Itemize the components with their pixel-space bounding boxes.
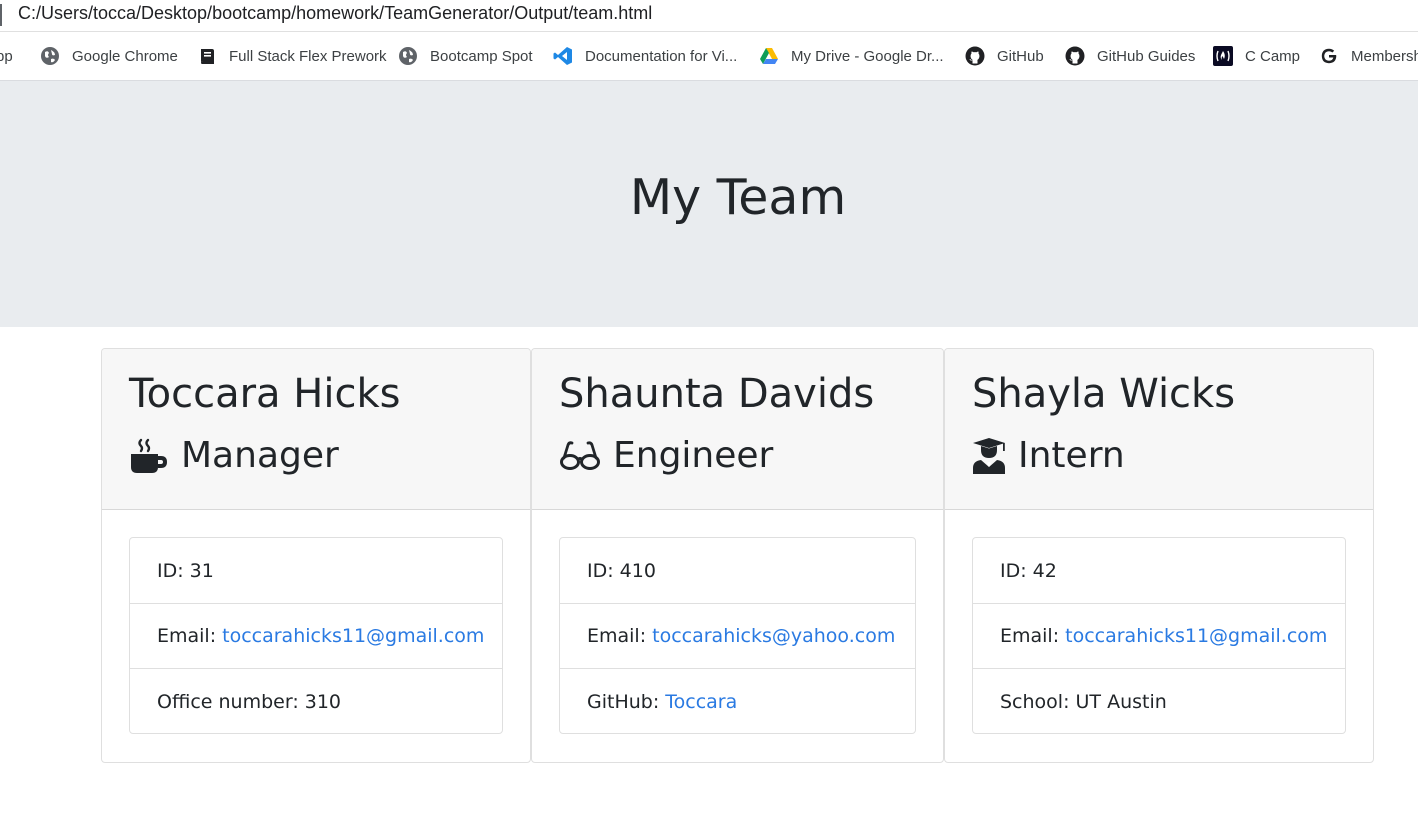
mug-hot-icon [129,438,169,474]
role-label: Manager [181,435,339,476]
bookmark-full-stack[interactable]: Full Stack Flex Prework [197,44,387,68]
bookmark-label: GitHub [997,47,1044,65]
bookmark-label: C Camp [1245,47,1301,65]
email-link[interactable]: toccarahicks11@gmail.com [222,625,484,647]
bookmark-label: Google Chrome [72,47,178,65]
id-text: ID: 410 [587,559,656,582]
card-header: Shaunta Davids Engineer [532,349,943,510]
bookmark-google-chrome[interactable]: Google Chrome [40,44,178,68]
bookmark-label: pp [0,47,13,65]
globe-icon [398,46,418,66]
bookmark-github[interactable]: GitHub [965,44,1044,68]
glasses-icon [559,440,601,471]
page-title: My Team [629,169,847,226]
employee-role: Engineer [559,435,773,476]
user-graduate-icon [972,437,1006,475]
employee-details-list: ID: 42 Email: toccarahicks11@gmail.com S… [972,537,1346,734]
employee-card-manager: Toccara Hicks Manager ID: 31 Email: tocc… [101,348,531,763]
employee-name: Shaunta Davids [559,371,875,417]
employee-role: Manager [129,435,339,476]
vscode-icon [553,46,573,66]
role-label: Intern [1018,435,1125,476]
employee-email-row: Email: toccarahicks@yahoo.com [560,603,915,668]
employee-card-engineer: Shaunta Davids Engineer ID: 410 Email: t… [531,348,944,763]
employee-name: Shayla Wicks [972,371,1236,417]
bookmark-label: Documentation for Vi... [585,47,738,65]
address-text[interactable]: C:/Users/tocca/Desktop/bootcamp/homework… [18,3,652,24]
id-text: ID: 42 [1000,559,1057,582]
employee-id: ID: 410 [560,538,915,603]
bookmark-c-camp[interactable]: C Camp [1213,44,1300,68]
bookmark-label: Membersh [1351,47,1418,65]
employee-email-row: Email: toccarahicks11@gmail.com [973,603,1345,668]
employee-id: ID: 31 [130,538,502,603]
id-text: ID: 31 [157,559,214,582]
bookmark-bootcamp-spot[interactable]: Bootcamp Spot [398,44,533,68]
bookmark-label: Bootcamp Spot [430,47,533,65]
employee-name: Toccara Hicks [129,371,401,417]
github-icon [965,46,985,66]
google-drive-icon [759,46,779,66]
card-header: Toccara Hicks Manager [102,349,530,510]
email-label: Email: [1000,625,1060,647]
github-label: GitHub: [587,690,660,713]
office-number-row: Office number: 310 [130,668,502,734]
bookmark-documentation[interactable]: Documentation for Vi... [553,44,737,68]
bookmark-label: GitHub Guides [1097,47,1196,65]
bookmarks-bar: pp Google Chrome Full Stack Flex Prework… [0,32,1418,81]
freecodecamp-icon [1213,46,1233,66]
bookmark-github-guides[interactable]: GitHub Guides [1065,44,1195,68]
role-label: Engineer [613,435,774,476]
employee-id: ID: 42 [973,538,1345,603]
bookmark-my-drive[interactable]: My Drive - Google Dr... [759,44,944,68]
bookmark-label: My Drive - Google Dr... [791,47,944,65]
bookmark-item[interactable]: pp [0,44,13,68]
email-label: Email: [157,625,217,647]
bookmark-label: Full Stack Flex Prework [229,47,387,65]
school-text: School: UT Austin [1000,690,1167,713]
email-link[interactable]: toccarahicks11@gmail.com [1065,625,1327,647]
address-bar[interactable]: C:/Users/tocca/Desktop/bootcamp/homework… [0,0,1418,32]
book-icon [197,46,217,66]
bookmark-membership[interactable]: Membersh [1319,44,1418,68]
school-row: School: UT Austin [973,668,1345,734]
github-icon [1065,46,1085,66]
jumbotron: My Team [0,81,1418,327]
email-link[interactable]: toccarahicks@yahoo.com [652,625,895,647]
office-number-text: Office number: 310 [157,690,342,713]
github-row: GitHub: Toccara [560,668,915,734]
employee-card-intern: Shayla Wicks Intern ID: 42 Email: toccar… [944,348,1374,763]
github-link[interactable]: Toccara [665,691,737,713]
text-caret [0,4,2,26]
globe-icon [40,46,60,66]
email-label: Email: [587,625,647,647]
employee-role: Intern [972,435,1125,476]
google-icon [1319,46,1339,66]
card-header: Shayla Wicks Intern [945,349,1373,510]
employee-email-row: Email: toccarahicks11@gmail.com [130,603,502,668]
employee-details-list: ID: 31 Email: toccarahicks11@gmail.com O… [129,537,503,734]
employee-details-list: ID: 410 Email: toccarahicks@yahoo.com Gi… [559,537,916,734]
